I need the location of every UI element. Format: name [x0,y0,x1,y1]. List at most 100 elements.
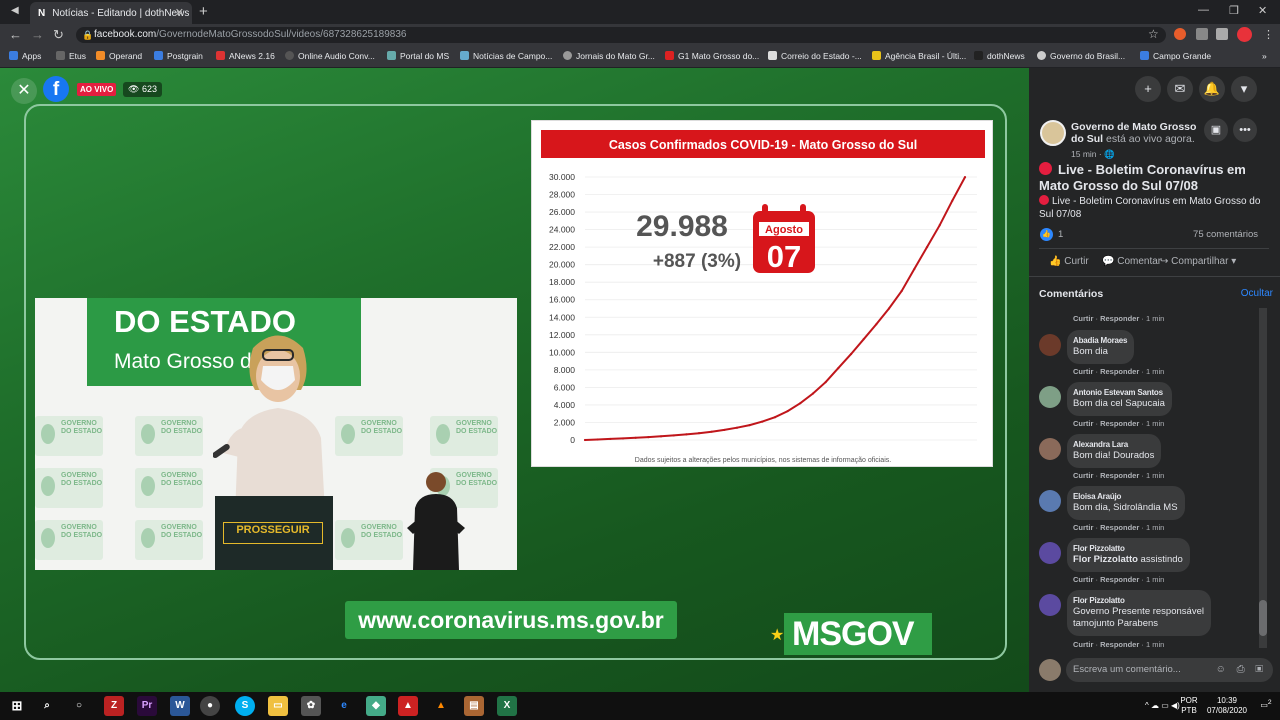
bookmark-item[interactable]: Postgrain [154,51,203,61]
clock[interactable]: 10:39 07/08/2020 [1202,696,1252,716]
browser-tab[interactable]: N Notícias - Editando | dothNews ✕ [30,2,192,24]
scrollbar[interactable] [1259,308,1267,648]
eye-icon: 👁 [128,84,140,94]
avatar[interactable] [1039,542,1061,564]
bookmark-item[interactable]: Correio do Estado -... [768,51,862,61]
tab-title: Notícias - Editando | dothNews [52,7,190,19]
bookmark-item[interactable]: Governo do Brasil... [1037,51,1125,61]
menu-icon[interactable]: ⋮ [1263,28,1274,41]
bookmark-item[interactable]: Operand [96,51,142,61]
avatar[interactable] [1039,438,1061,460]
bookmark-item[interactable]: dothNews [974,51,1025,61]
like-reaction-icon[interactable]: 👍 [1040,228,1053,241]
scrollbar-thumb[interactable] [1259,600,1267,636]
bookmark-item[interactable]: Campo Grande [1140,51,1211,61]
comment-like-link[interactable]: Curtir [1073,314,1093,323]
bookmark-item[interactable]: G1 Mato Grosso do... [665,51,759,61]
url-input[interactable]: 🔒 facebook.com/GovernodeMatoGrossodoSul/v… [76,27,1166,43]
account-menu-icon[interactable]: ▾ [1231,76,1257,102]
minimize-button[interactable]: — [1198,4,1209,16]
create-button[interactable]: + [1135,76,1161,102]
avatar[interactable] [1039,386,1061,408]
emoji-icon[interactable]: ☺ ⎙ ▣ [1216,658,1267,682]
star-icon[interactable]: ☆ [1148,27,1159,41]
excel-icon[interactable]: X [497,696,517,716]
bookmark-item[interactable]: Portal do MS [387,51,449,61]
new-tab-button[interactable]: + [199,3,208,20]
comment-reply-link[interactable]: Responder [1100,314,1139,323]
app-icon[interactable]: ✿ [301,696,321,716]
word-icon[interactable]: W [170,696,190,716]
comment-input[interactable]: Escreva um comentário... ☺ ⎙ ▣ [1066,658,1273,682]
bookmark-item[interactable]: Agência Brasil - Últi... [872,51,966,61]
y-tick-label: 8.000 [554,365,576,375]
avatar[interactable] [1039,334,1061,356]
comment-author[interactable]: Alexandra Lara [1073,439,1154,450]
task-view-icon[interactable]: ○ [69,696,89,716]
bookmark-item[interactable]: Etus [56,51,86,61]
back-button[interactable]: ← [9,27,22,42]
media-icon[interactable] [1216,28,1228,40]
puzzle-icon[interactable] [1196,28,1208,40]
avatar[interactable] [1039,659,1061,681]
premiere-icon[interactable]: Pr [137,696,157,716]
vlc-icon[interactable]: ▲ [431,696,451,716]
video-player[interactable]: ✕ f AO VIVO 👁 623 DO ESTADO Mato Grosso … [0,68,1029,692]
more-options-icon[interactable]: ••• [1233,118,1257,142]
bookmarks-overflow-icon[interactable]: » [1262,51,1267,61]
page-avatar[interactable] [1040,120,1066,146]
data-point [887,307,891,310]
comment-author[interactable]: Flor Pizzolatto [1073,595,1204,606]
hide-comments-link[interactable]: Ocultar [1241,288,1273,299]
bookmark-item[interactable]: Online Audio Conv... [285,51,375,61]
app-icon[interactable]: ▲ [398,696,418,716]
save-icon[interactable]: ▣ [1204,118,1228,142]
like-count[interactable]: 1 [1058,229,1063,240]
tab-audio-icon[interactable]: ◀ [11,5,19,16]
chrome-icon[interactable]: ● [200,696,220,716]
profile-avatar[interactable] [1237,27,1252,42]
close-window-button[interactable]: ✕ [1258,4,1267,17]
comment-author[interactable]: Flor Pizzolatto [1073,543,1183,554]
y-tick-label: 18.000 [549,277,575,287]
facebook-logo-icon[interactable]: f [43,76,69,102]
y-tick-label: 16.000 [549,295,575,305]
notification-center-icon[interactable]: ▭2 [1256,699,1276,710]
share-button[interactable]: ↪ Compartilhar ▾ [1160,256,1236,267]
red-circle-icon [1039,195,1049,205]
comment-bubble: Antonio Estevam Santos Bom dia cel Sapuc… [1067,382,1172,416]
y-tick-label: 6.000 [554,382,576,392]
skype-icon[interactable]: S [235,696,255,716]
forward-button[interactable]: → [31,27,44,42]
avatar[interactable] [1039,490,1061,512]
comments-label: Comentários [1039,288,1104,300]
y-tick-label: 30.000 [549,172,575,182]
app-icon[interactable]: ◆ [366,696,386,716]
comment-author[interactable]: Abadia Moraes [1073,335,1128,346]
windows-start-icon[interactable]: ⊞ [7,696,27,716]
comment-button[interactable]: 💬 Comentar [1102,256,1161,267]
reload-button[interactable]: ↻ [53,27,64,43]
messenger-icon[interactable]: ✉ [1167,76,1193,102]
bookmark-apps[interactable]: Apps [9,51,41,61]
comment-author[interactable]: Antonio Estevam Santos [1073,387,1165,398]
filezilla-icon[interactable]: Z [104,696,124,716]
tab-close-icon[interactable]: ✕ [175,6,184,19]
app-icon[interactable]: ▤ [464,696,484,716]
bookmark-item[interactable]: ANews 2.16 [216,51,275,61]
like-button[interactable]: 👍 Curtir [1049,256,1089,267]
language-indicator[interactable]: POR PTB [1178,696,1200,716]
maximize-button[interactable]: ❐ [1229,4,1239,17]
comment-author[interactable]: Eloisa Araújo [1073,491,1178,502]
bookmark-item[interactable]: Notícias de Campo... [460,51,552,61]
search-icon[interactable]: ⌕ [37,696,57,716]
comments-list[interactable]: Curtir · Responder · 1 min Abadia Moraes… [1029,308,1280,650]
notifications-icon[interactable]: 🔔 [1199,76,1225,102]
explorer-icon[interactable]: ▭ [268,696,288,716]
edge-icon[interactable]: e [334,696,354,716]
close-video-button[interactable]: ✕ [11,78,37,104]
bookmark-item[interactable]: Jornais do Mato Gr... [563,51,655,61]
avatar[interactable] [1039,594,1061,616]
extension-icon[interactable] [1174,28,1186,40]
comment-count[interactable]: 75 comentários [1193,229,1258,240]
